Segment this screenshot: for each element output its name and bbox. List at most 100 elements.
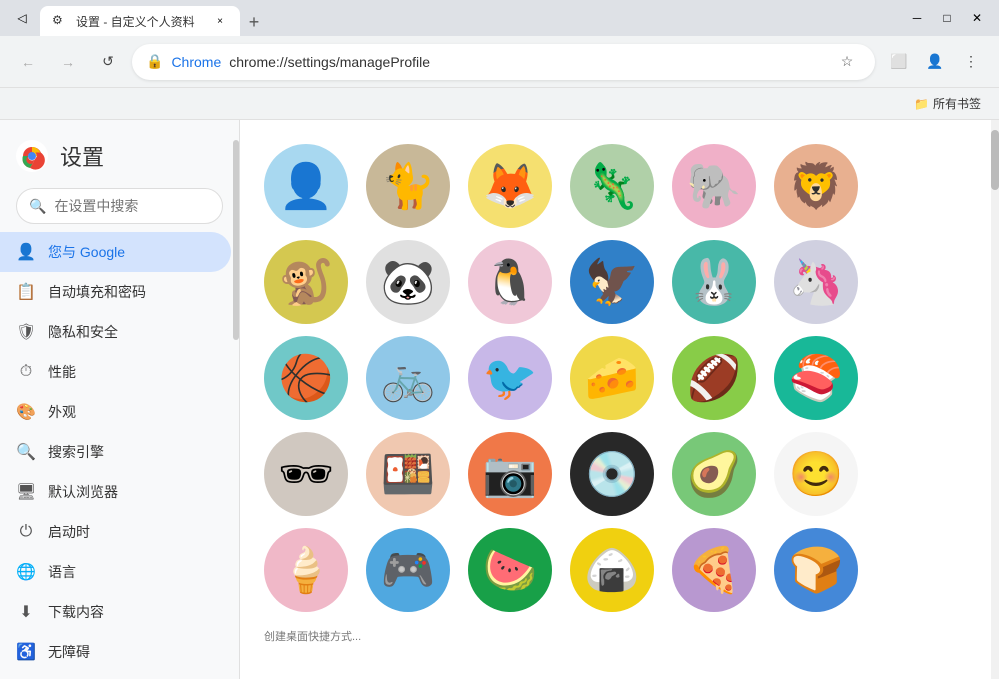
avatar-item-22[interactable]: 🥑 (672, 432, 756, 516)
avatar-item-17[interactable]: 🍣 (774, 336, 858, 420)
nav-label-appearance: 外观 (48, 402, 76, 422)
avatar-item-26[interactable]: 🍉 (468, 528, 552, 612)
close-window-button[interactable]: ✕ (963, 4, 991, 32)
avatar-item-11[interactable]: 🦄 (774, 240, 858, 324)
chrome-logo-icon (16, 140, 48, 172)
avatar-item-20[interactable]: 📷 (468, 432, 552, 516)
tab-bar: ⚙ 设置 - 自定义个人资料 × + (40, 0, 899, 36)
active-tab[interactable]: ⚙ 设置 - 自定义个人资料 × (40, 6, 240, 36)
avatar-item-23[interactable]: 😊 (774, 432, 858, 516)
avatar-item-15[interactable]: 🧀 (570, 336, 654, 420)
avatar-item-2[interactable]: 🦊 (468, 144, 552, 228)
sidebar-item-appearance[interactable]: 🎨 外观 (0, 392, 231, 432)
sidebar-item-google[interactable]: 👤您与 Google (0, 232, 231, 272)
sidebar-item-autofill[interactable]: 📋 自动填充和密码 (0, 272, 231, 312)
sidebar-item-download[interactable]: ⬇ 下载内容 (0, 592, 231, 632)
nav-label-browser: 默认浏览器 (48, 482, 118, 502)
nav-icon-appearance: 🎨 (16, 402, 36, 422)
settings-title: 设置 (60, 140, 104, 172)
bookmarks-folder[interactable]: 📁 所有书签 (908, 91, 987, 116)
sidebar-item-performance[interactable]: ⏱性能 (0, 352, 231, 392)
nav-icon-browser: 🖥 (16, 482, 36, 502)
avatar-item-4[interactable]: 🐘 (672, 144, 756, 228)
url-display: chrome://settings/manageProfile (229, 54, 825, 70)
addressbar: ← → ↺ 🔒 Chrome chrome://settings/manageP… (0, 36, 999, 88)
sidebar: 设置 🔍 👤您与 Google 📋 自动填充和密码 🛡 隐私和安全 ⏱性能 🎨 外观 🔍 搜索引擎… (0, 120, 240, 679)
sidebar-item-search[interactable]: 🔍 搜索引擎 (0, 432, 231, 472)
lock-icon: 🔒 (146, 53, 163, 70)
sidebar-item-accessibility[interactable]: ♿ 无障碍 (0, 632, 231, 672)
avatar-item-25[interactable]: 🎮 (366, 528, 450, 612)
sidebar-header: 设置 (0, 128, 239, 188)
avatar-item-7[interactable]: 🐼 (366, 240, 450, 324)
avatar-item-10[interactable]: 🐰 (672, 240, 756, 324)
nav-label-download: 下载内容 (48, 602, 104, 622)
avatar-item-5[interactable]: 🦁 (774, 144, 858, 228)
refresh-button[interactable]: ↺ (92, 46, 124, 78)
nav-icon-privacy: 🛡 (16, 322, 36, 342)
avatar-item-16[interactable]: 🏈 (672, 336, 756, 420)
sidebar-item-system[interactable]: 🔧系统 (0, 672, 231, 679)
main-layout: 设置 🔍 👤您与 Google 📋 自动填充和密码 🛡 隐私和安全 ⏱性能 🎨 外观 🔍 搜索引擎… (0, 120, 999, 679)
titlebar: ◁ ⚙ 设置 - 自定义个人资料 × + ─ □ ✕ (0, 0, 999, 36)
tab-favicon: ⚙ (52, 13, 68, 29)
nav-icon-accessibility: ♿ (16, 642, 36, 662)
toolbar-right: ⬜ 👤 ⋮ (883, 46, 987, 78)
back-button[interactable]: ← (12, 46, 44, 78)
maximize-button[interactable]: □ (933, 4, 961, 32)
reader-mode-button[interactable]: ⬜ (883, 46, 915, 78)
nav-label-search: 搜索引擎 (48, 442, 104, 462)
nav-icon-startup: ⏻ (16, 523, 36, 541)
avatar-item-9[interactable]: 🦅 (570, 240, 654, 324)
sidebar-item-startup[interactable]: ⏻ 启动时 (0, 512, 231, 552)
forward-button[interactable]: → (52, 46, 84, 78)
nav-label-accessibility: 无障碍 (48, 642, 90, 662)
avatar-item-8[interactable]: 🐧 (468, 240, 552, 324)
sidebar-item-browser[interactable]: 🖥 默认浏览器 (0, 472, 231, 512)
nav-icon-autofill: 📋 (16, 282, 36, 302)
avatar-item-19[interactable]: 🍱 (366, 432, 450, 516)
avatar-item-6[interactable]: 🐒 (264, 240, 348, 324)
avatar-item-12[interactable]: 🏀 (264, 336, 348, 420)
nav-icon-search: 🔍 (16, 442, 36, 462)
nav-label-autofill: 自动填充和密码 (48, 282, 146, 302)
bookmarks-bar: 📁 所有书签 (0, 88, 999, 120)
nav-icon-google: 👤 (16, 242, 36, 262)
avatar-item-28[interactable]: 🍕 (672, 528, 756, 612)
new-tab-button[interactable]: + (240, 8, 268, 36)
content-scrollbar[interactable] (991, 120, 999, 679)
window-controls: ◁ (8, 4, 36, 32)
search-input[interactable] (54, 198, 235, 214)
avatar-item-24[interactable]: 🍦 (264, 528, 348, 612)
settings-search-box[interactable]: 🔍 (16, 188, 223, 224)
avatar-item-27[interactable]: 🍙 (570, 528, 654, 612)
avatar-item-29[interactable]: 🍞 (774, 528, 858, 612)
content-scrollbar-thumb (991, 130, 999, 190)
avatar-item-14[interactable]: 🐦 (468, 336, 552, 420)
tab-back-button[interactable]: ◁ (8, 4, 36, 32)
avatar-item-13[interactable]: 🚲 (366, 336, 450, 420)
nav-icon-download: ⬇ (16, 602, 36, 622)
sidebar-item-privacy[interactable]: 🛡 隐私和安全 (0, 312, 231, 352)
sidebar-item-language[interactable]: 🌐语言 (0, 552, 231, 592)
tab-title: 设置 - 自定义个人资料 (76, 13, 204, 30)
content-area: 👤🐈🦊🦎🐘🦁 🐒🐼🐧🦅🐰🦄 🏀🚲🐦🧀🏈🍣 🕶🍱📷💿🥑😊 🍦🎮🍉🍙🍕🍞 创建桌面快捷方式.… (240, 120, 999, 679)
tab-close-button[interactable]: × (212, 13, 228, 29)
minimize-button[interactable]: ─ (903, 4, 931, 32)
nav-label-language: 语言 (48, 562, 76, 582)
footer-note: 创建桌面快捷方式... (264, 628, 975, 644)
chrome-label: Chrome (171, 54, 221, 70)
nav-label-startup: 启动时 (48, 522, 90, 542)
sidebar-scrollbar[interactable] (233, 120, 239, 679)
avatar-item-0[interactable]: 👤 (264, 144, 348, 228)
avatar-item-18[interactable]: 🕶 (264, 432, 348, 516)
nav-label-performance: 性能 (48, 362, 76, 382)
avatar-item-21[interactable]: 💿 (570, 432, 654, 516)
avatar-item-1[interactable]: 🐈 (366, 144, 450, 228)
menu-button[interactable]: ⋮ (955, 46, 987, 78)
avatar-item-3[interactable]: 🦎 (570, 144, 654, 228)
address-bar[interactable]: 🔒 Chrome chrome://settings/manageProfile… (132, 44, 875, 80)
nav-label-privacy: 隐私和安全 (48, 322, 118, 342)
star-icon[interactable]: ☆ (833, 48, 861, 76)
profile-button[interactable]: 👤 (919, 46, 951, 78)
